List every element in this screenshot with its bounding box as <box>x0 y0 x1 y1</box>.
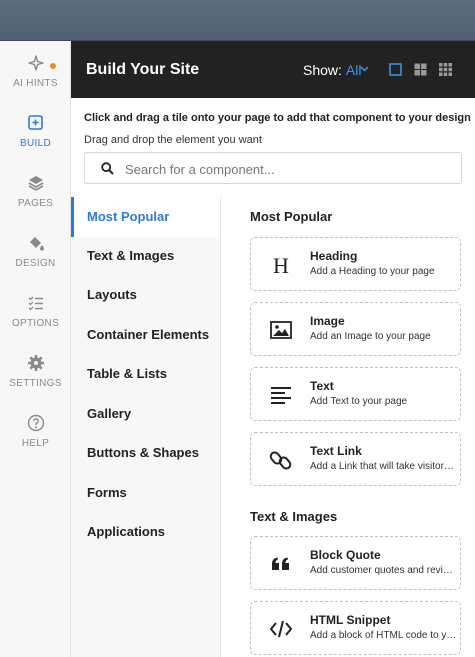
tile-image[interactable]: Image Add an Image to your page <box>250 302 461 356</box>
rail-label-ai-hints: AI HINTS <box>13 78 58 89</box>
gear-icon <box>27 355 44 371</box>
category-list: Most Popular Text & Images Layouts Conta… <box>71 197 221 657</box>
rail-label-pages: PAGES <box>17 198 54 209</box>
help-circle-icon <box>27 414 44 432</box>
rail-label-build: BUILD <box>20 138 51 149</box>
category-gallery[interactable]: Gallery <box>71 394 220 434</box>
tile-description: Add Text to your page <box>310 396 408 407</box>
tile-description: Add an Image to your page <box>310 331 431 342</box>
category-container-elements[interactable]: Container Elements <box>71 315 220 355</box>
tile-name: Text <box>310 379 334 393</box>
rail-item-build[interactable]: BUILD <box>0 113 71 149</box>
grid-2x2-view-icon[interactable] <box>414 63 427 76</box>
intro-instructions: Click and drag a tile onto your page to … <box>84 112 471 124</box>
rail-item-ai-hints[interactable]: AI HINTS <box>0 53 71 89</box>
category-forms[interactable]: Forms <box>71 473 220 513</box>
category-layouts[interactable]: Layouts <box>71 275 220 315</box>
rail-item-help[interactable]: HELP <box>0 413 71 449</box>
left-nav-rail: AI HINTS BUILD PAGES DESIGN OPTIONS SETT… <box>0 41 71 657</box>
tile-block-quote[interactable]: Block Quote Add customer quotes and revi… <box>250 536 461 590</box>
rail-label-settings: SETTINGS <box>9 378 62 389</box>
svg-text:H: H <box>273 253 289 277</box>
rail-item-options[interactable]: OPTIONS <box>0 293 71 329</box>
code-icon <box>269 620 293 638</box>
tile-name: Text Link <box>310 444 362 458</box>
category-applications[interactable]: Applications <box>71 512 220 552</box>
image-icon <box>270 321 292 339</box>
chevron-down-icon[interactable] <box>360 66 369 72</box>
tile-name: HTML Snippet <box>310 613 391 627</box>
layers-icon <box>28 176 43 191</box>
section-title-text-images: Text & Images <box>250 509 338 524</box>
rail-item-settings[interactable]: SETTINGS <box>0 353 71 389</box>
rail-label-options: OPTIONS <box>11 318 60 329</box>
quote-icon <box>272 557 289 570</box>
paint-bucket-icon <box>29 237 44 251</box>
show-label: Show: <box>303 62 342 78</box>
tile-html-snippet[interactable]: HTML Snippet Add a block of HTML code to… <box>250 601 461 655</box>
rail-label-help: HELP <box>21 438 50 449</box>
notification-dot <box>50 63 56 69</box>
link-icon <box>269 451 292 470</box>
category-table-lists[interactable]: Table & Lists <box>71 354 220 394</box>
rail-item-design[interactable]: DESIGN <box>0 233 71 269</box>
section-title-most-popular: Most Popular <box>250 209 333 224</box>
category-buttons-shapes[interactable]: Buttons & Shapes <box>71 433 220 473</box>
panel-title: Build Your Site <box>86 61 200 78</box>
tile-heading[interactable]: H Heading Add a Heading to your page <box>250 237 461 291</box>
search-input[interactable] <box>125 158 445 180</box>
checklist-icon <box>28 296 43 311</box>
category-most-popular[interactable]: Most Popular <box>71 197 220 237</box>
rail-label-design: DESIGN <box>15 258 56 269</box>
tile-name: Heading <box>310 249 358 263</box>
text-align-icon <box>271 387 291 404</box>
panel-header: Build Your Site Show: All <box>71 41 475 98</box>
sparkle-icon <box>27 55 44 71</box>
tile-description: Add a block of HTML code to your page <box>310 630 458 641</box>
tile-description: Add customer quotes and reviews to your … <box>310 565 458 576</box>
show-filter[interactable]: Show: All <box>303 62 361 78</box>
tile-description: Add a Heading to your page <box>310 266 435 277</box>
component-search[interactable] <box>84 152 462 184</box>
rail-item-pages[interactable]: PAGES <box>0 173 71 209</box>
browser-top-bar <box>0 0 475 41</box>
tile-name: Block Quote <box>310 548 381 562</box>
tile-text[interactable]: Text Add Text to your page <box>250 367 461 421</box>
heading-icon: H <box>273 253 289 277</box>
intro-subtext: Drag and drop the element you want <box>84 134 262 146</box>
single-view-icon[interactable] <box>389 63 402 76</box>
category-text-images[interactable]: Text & Images <box>71 236 220 276</box>
tile-name: Image <box>310 314 345 328</box>
tile-text-link[interactable]: Text Link Add a Link that will take visi… <box>250 432 461 486</box>
add-square-icon <box>27 115 43 130</box>
grid-3x3-view-icon[interactable] <box>439 63 452 76</box>
tile-description: Add a Link that will take visitors to an… <box>310 461 458 472</box>
search-icon <box>101 162 114 175</box>
